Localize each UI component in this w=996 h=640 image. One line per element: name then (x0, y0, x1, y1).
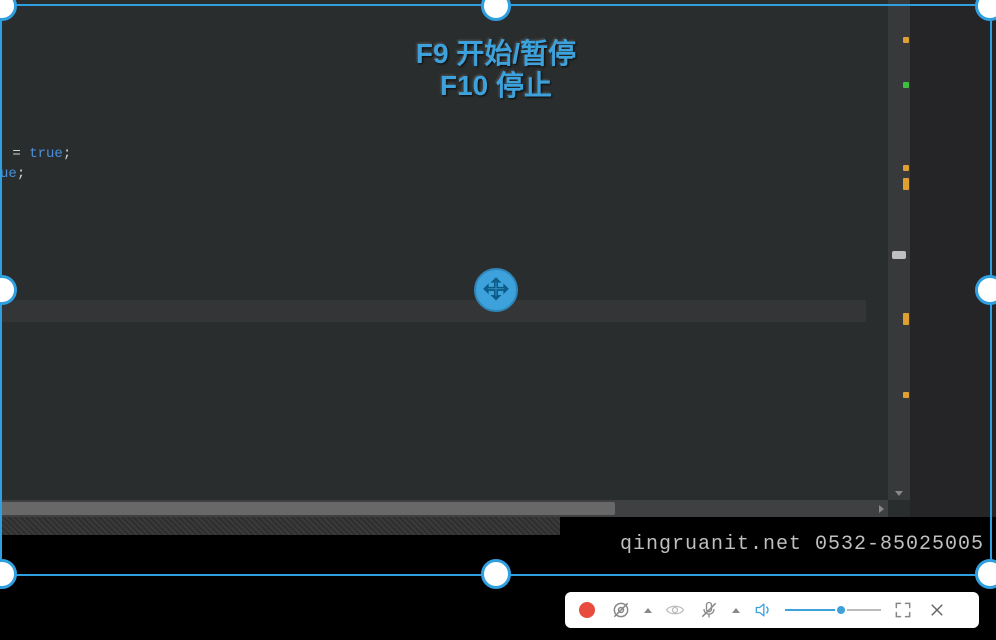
fullscreen-icon (893, 600, 913, 620)
microphone-menu-caret[interactable] (731, 608, 741, 613)
close-icon (928, 601, 946, 619)
record-button[interactable] (575, 598, 599, 622)
camera-off-icon (611, 600, 631, 620)
scroll-right-icon[interactable] (879, 505, 884, 513)
status-strip (0, 517, 560, 535)
webcam-menu-caret[interactable] (643, 608, 653, 613)
scroll-marker (903, 313, 909, 325)
close-button[interactable] (925, 598, 949, 622)
microphone-off-button[interactable] (697, 598, 721, 622)
vertical-scrollbar[interactable] (888, 0, 910, 500)
scroll-marker (903, 165, 909, 171)
scroll-marker (903, 37, 909, 43)
watermark-text: qingruanit.net 0532-85025005 (620, 533, 984, 556)
slider-track (785, 609, 881, 611)
current-line-highlight (0, 300, 866, 322)
right-side-panel (910, 0, 996, 517)
scroll-marker (903, 82, 909, 88)
code-line: ue; (0, 166, 25, 182)
slider-fill (785, 609, 841, 611)
vscroll-thumb[interactable] (892, 251, 906, 259)
speaker-icon (753, 600, 773, 620)
hscroll-thumb[interactable] (0, 502, 615, 515)
code-panel[interactable]: = true; ue; (0, 0, 888, 500)
expand-down-icon[interactable] (895, 491, 903, 496)
system-audio-button[interactable] (663, 598, 687, 622)
slider-thumb[interactable] (835, 604, 847, 616)
code-keyword-fragment: ue (0, 166, 17, 182)
resize-handle-bc[interactable] (481, 559, 511, 589)
eye-icon (665, 600, 685, 620)
code-editor-area: = true; ue; (0, 0, 910, 517)
webcam-off-button[interactable] (609, 598, 633, 622)
scroll-marker (903, 178, 909, 190)
mic-off-icon (699, 600, 719, 620)
record-icon (579, 602, 595, 618)
recorder-toolbar (565, 592, 979, 628)
code-keyword: true (29, 146, 63, 162)
volume-slider[interactable] (785, 598, 881, 622)
volume-button[interactable] (751, 598, 775, 622)
code-token: ; (63, 146, 71, 162)
scroll-marker (903, 392, 909, 398)
horizontal-scrollbar[interactable] (0, 500, 888, 517)
fullscreen-button[interactable] (891, 598, 915, 622)
code-token: = (4, 146, 29, 162)
code-token: ; (17, 166, 25, 182)
code-line: = true; (4, 146, 71, 162)
